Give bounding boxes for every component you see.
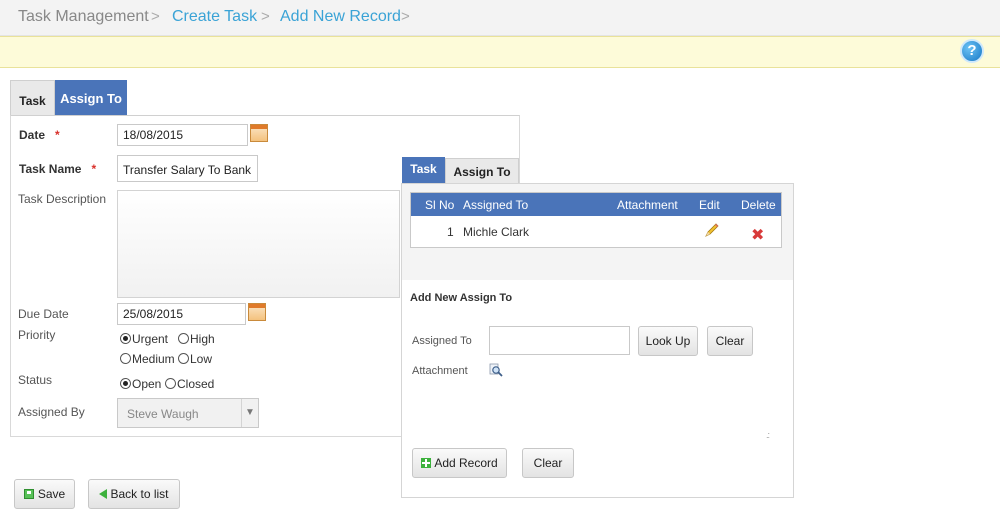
save-icon (23, 489, 34, 499)
plus-icon (421, 458, 432, 468)
magnifier-icon[interactable] (489, 363, 503, 377)
breadcrumb-create-task[interactable]: Create Task (172, 8, 257, 26)
status-closed-radio[interactable]: Closed (165, 377, 214, 391)
radio-icon (120, 353, 131, 364)
radio-icon (178, 333, 189, 344)
add-new-assign-title: Add New Assign To (410, 292, 513, 304)
due-date-input[interactable]: 25/08/2015 (117, 303, 246, 325)
required-marker: * (55, 128, 60, 142)
col-attachment: Attachment (617, 198, 678, 212)
due-date-label: Due Date (18, 307, 69, 321)
add-record-button[interactable]: Add Record (412, 448, 507, 478)
info-bar (0, 36, 1000, 68)
table-row: 1 Michle Clark ✖ (411, 216, 781, 247)
task-name-input[interactable]: Transfer Salary To Bank (117, 155, 258, 182)
status-label: Status (18, 373, 53, 387)
required-marker: * (91, 162, 97, 176)
status-open-radio[interactable]: Open (120, 377, 161, 391)
col-assigned-to: Assigned To (463, 198, 529, 212)
save-button[interactable]: Save (14, 479, 75, 509)
priority-medium-radio[interactable]: Medium (120, 352, 175, 366)
clear-assign-button[interactable]: Clear (707, 326, 753, 356)
assign-tab-assign-to[interactable]: Assign To (445, 158, 519, 183)
grid-header: Sl No Assigned To Attachment Edit Delete (411, 193, 781, 216)
chevron-right-icon: > (151, 8, 160, 25)
breadcrumb-task-management[interactable]: Task Management (18, 8, 149, 26)
row-sl-no: 1 (447, 225, 454, 239)
radio-selected-icon (120, 333, 131, 344)
priority-urgent-radio[interactable]: Urgent (120, 332, 168, 346)
assigned-to-input[interactable] (489, 326, 630, 355)
priority-high-radio[interactable]: High (178, 332, 215, 346)
date-input[interactable]: 18/08/2015 (117, 124, 248, 146)
chevron-down-icon[interactable]: ▼ (241, 399, 258, 427)
look-up-button[interactable]: Look Up (638, 326, 698, 356)
chevron-right-icon: > (401, 8, 410, 25)
back-arrow-icon (99, 489, 108, 499)
breadcrumb: Task Management > Create Task > Add New … (0, 0, 1000, 36)
assign-grid: Sl No Assigned To Attachment Edit Delete… (410, 192, 782, 248)
clear-record-button[interactable]: Clear (522, 448, 574, 478)
task-description-label: Task Description (18, 192, 107, 206)
assign-tab-task[interactable]: Task (402, 157, 445, 183)
back-to-list-button[interactable]: Back to list (88, 479, 180, 509)
calendar-icon[interactable] (248, 303, 266, 321)
col-delete: Delete (741, 198, 776, 212)
date-label: Date * (19, 128, 60, 142)
attachment-label: Attachment (412, 365, 468, 377)
resize-grip-icon[interactable]: .: (766, 430, 770, 440)
priority-low-radio[interactable]: Low (178, 352, 212, 366)
radio-icon (165, 378, 176, 389)
row-assigned-to: Michle Clark (463, 225, 530, 239)
task-description-textarea[interactable] (117, 190, 400, 298)
assigned-to-label: Assigned To (412, 335, 472, 347)
delete-icon[interactable]: ✖ (751, 225, 764, 245)
tab-task[interactable]: Task (10, 80, 55, 115)
calendar-icon[interactable] (250, 124, 268, 142)
task-name-label: Task Name * (19, 162, 97, 176)
assigned-by-label: Assigned By (18, 405, 85, 419)
chevron-right-icon: > (261, 8, 270, 25)
priority-label: Priority (18, 328, 56, 342)
col-sl-no: Sl No (425, 198, 455, 212)
assigned-by-select[interactable]: Steve Waugh ▼ (117, 398, 259, 428)
radio-icon (178, 353, 189, 364)
edit-pencil-icon[interactable] (703, 222, 720, 239)
col-edit: Edit (699, 198, 720, 212)
radio-selected-icon (120, 378, 131, 389)
tab-assign-to[interactable]: Assign To (55, 80, 127, 115)
breadcrumb-add-new-record: Add New Record (280, 8, 401, 25)
assigned-by-value: Steve Waugh (127, 407, 199, 421)
help-icon[interactable]: ? (960, 39, 984, 63)
